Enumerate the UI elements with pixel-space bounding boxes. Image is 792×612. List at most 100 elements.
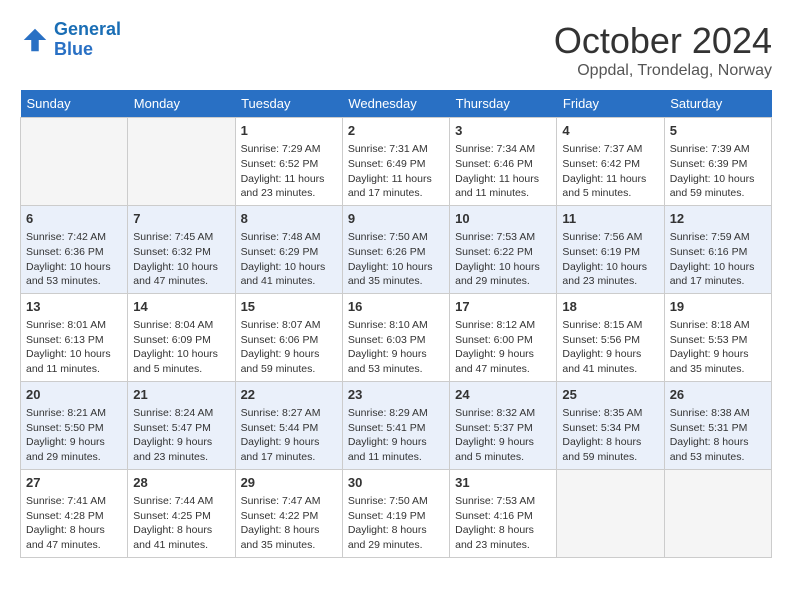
day-info: Sunrise: 7:59 AMSunset: 6:16 PMDaylight:… bbox=[670, 230, 766, 289]
logo-text: General Blue bbox=[54, 20, 121, 60]
day-info: Sunrise: 7:47 AMSunset: 4:22 PMDaylight:… bbox=[241, 494, 337, 553]
day-number: 1 bbox=[241, 122, 337, 140]
calendar-cell: 2Sunrise: 7:31 AMSunset: 6:49 PMDaylight… bbox=[342, 118, 449, 206]
day-number: 29 bbox=[241, 474, 337, 492]
calendar-cell: 27Sunrise: 7:41 AMSunset: 4:28 PMDayligh… bbox=[21, 469, 128, 557]
day-info: Sunrise: 8:29 AMSunset: 5:41 PMDaylight:… bbox=[348, 406, 444, 465]
day-number: 15 bbox=[241, 298, 337, 316]
day-info: Sunrise: 8:35 AMSunset: 5:34 PMDaylight:… bbox=[562, 406, 658, 465]
day-number: 30 bbox=[348, 474, 444, 492]
day-info: Sunrise: 7:56 AMSunset: 6:19 PMDaylight:… bbox=[562, 230, 658, 289]
day-number: 6 bbox=[26, 210, 122, 228]
calendar-cell: 20 Sunrise: 8:21 AMSunset: 5:50 PMDayligh… bbox=[21, 381, 128, 469]
day-number: 19 bbox=[670, 298, 766, 316]
day-number: 26 bbox=[670, 386, 766, 404]
day-info: Sunrise: 8:12 AMSunset: 6:00 PMDaylight:… bbox=[455, 318, 551, 377]
logo-blue: Blue bbox=[54, 39, 93, 59]
day-info: Sunrise: 7:45 AMSunset: 6:32 PMDaylight:… bbox=[133, 230, 229, 289]
day-info: Sunrise: 8:24 AMSunset: 5:47 PMDaylight:… bbox=[133, 406, 229, 465]
calendar-cell: 23 Sunrise: 8:29 AMSunset: 5:41 PMDayligh… bbox=[342, 381, 449, 469]
day-number: 22 bbox=[241, 386, 337, 404]
logo-general: General bbox=[54, 19, 121, 39]
calendar-row-3: 20 Sunrise: 8:21 AMSunset: 5:50 PMDayligh… bbox=[21, 381, 772, 469]
day-number: 9 bbox=[348, 210, 444, 228]
calendar-row-4: 27Sunrise: 7:41 AMSunset: 4:28 PMDayligh… bbox=[21, 469, 772, 557]
calendar-cell: 21 Sunrise: 8:24 AMSunset: 5:47 PMDayligh… bbox=[128, 381, 235, 469]
calendar-cell: 4Sunrise: 7:37 AMSunset: 6:42 PMDaylight… bbox=[557, 118, 664, 206]
day-number: 5 bbox=[670, 122, 766, 140]
page-header: General Blue October 2024 Oppdal, Tronde… bbox=[20, 20, 772, 80]
day-number: 14 bbox=[133, 298, 229, 316]
calendar-cell bbox=[664, 469, 771, 557]
day-number: 7 bbox=[133, 210, 229, 228]
calendar-cell: 8Sunrise: 7:48 AMSunset: 6:29 PMDaylight… bbox=[235, 205, 342, 293]
day-info: Sunrise: 8:32 AMSunset: 5:37 PMDaylight:… bbox=[455, 406, 551, 465]
weekday-monday: Monday bbox=[128, 90, 235, 118]
weekday-saturday: Saturday bbox=[664, 90, 771, 118]
day-info: Sunrise: 7:53 AMSunset: 6:22 PMDaylight:… bbox=[455, 230, 551, 289]
calendar-cell: 18Sunrise: 8:15 AMSunset: 5:56 PMDayligh… bbox=[557, 293, 664, 381]
day-number: 27 bbox=[26, 474, 122, 492]
logo: General Blue bbox=[20, 20, 121, 60]
day-number: 23 bbox=[348, 386, 444, 404]
calendar-cell: 25 Sunrise: 8:35 AMSunset: 5:34 PMDayligh… bbox=[557, 381, 664, 469]
calendar-row-0: 1 Sunrise: 7:29 AMSunset: 6:52 PMDaylight… bbox=[21, 118, 772, 206]
calendar-cell: 11Sunrise: 7:56 AMSunset: 6:19 PMDayligh… bbox=[557, 205, 664, 293]
day-number: 25 bbox=[562, 386, 658, 404]
weekday-sunday: Sunday bbox=[21, 90, 128, 118]
day-info: Sunrise: 7:34 AMSunset: 6:46 PMDaylight:… bbox=[455, 142, 551, 201]
day-number: 31 bbox=[455, 474, 551, 492]
location: Oppdal, Trondelag, Norway bbox=[554, 62, 772, 80]
calendar-cell: 22 Sunrise: 8:27 AMSunset: 5:44 PMDayligh… bbox=[235, 381, 342, 469]
month-title: October 2024 bbox=[554, 20, 772, 62]
weekday-tuesday: Tuesday bbox=[235, 90, 342, 118]
weekday-wednesday: Wednesday bbox=[342, 90, 449, 118]
calendar-cell: 13 Sunrise: 8:01 AMSunset: 6:13 PMDayligh… bbox=[21, 293, 128, 381]
day-info: Sunrise: 8:10 AMSunset: 6:03 PMDaylight:… bbox=[348, 318, 444, 377]
calendar-cell: 17 Sunrise: 8:12 AMSunset: 6:00 PMDayligh… bbox=[450, 293, 557, 381]
calendar-cell: 19 Sunrise: 8:18 AMSunset: 5:53 PMDayligh… bbox=[664, 293, 771, 381]
day-info: Sunrise: 8:18 AMSunset: 5:53 PMDaylight:… bbox=[670, 318, 766, 377]
day-info: Sunrise: 8:27 AMSunset: 5:44 PMDaylight:… bbox=[241, 406, 337, 465]
day-number: 10 bbox=[455, 210, 551, 228]
day-info: Sunrise: 8:07 AMSunset: 6:06 PMDaylight:… bbox=[241, 318, 337, 377]
day-info: Sunrise: 7:53 AMSunset: 4:16 PMDaylight:… bbox=[455, 494, 551, 553]
day-info: Sunrise: 8:38 AMSunset: 5:31 PMDaylight:… bbox=[670, 406, 766, 465]
calendar-cell: 28Sunrise: 7:44 AMSunset: 4:25 PMDayligh… bbox=[128, 469, 235, 557]
day-number: 4 bbox=[562, 122, 658, 140]
day-info: Sunrise: 7:42 AMSunset: 6:36 PMDaylight:… bbox=[26, 230, 122, 289]
calendar-table: SundayMondayTuesdayWednesdayThursdayFrid… bbox=[20, 90, 772, 558]
day-number: 21 bbox=[133, 386, 229, 404]
calendar-cell: 24Sunrise: 8:32 AMSunset: 5:37 PMDayligh… bbox=[450, 381, 557, 469]
calendar-cell: 7 Sunrise: 7:45 AMSunset: 6:32 PMDaylight… bbox=[128, 205, 235, 293]
logo-icon bbox=[20, 25, 50, 55]
day-info: Sunrise: 7:39 AMSunset: 6:39 PMDaylight:… bbox=[670, 142, 766, 201]
day-info: Sunrise: 8:01 AMSunset: 6:13 PMDaylight:… bbox=[26, 318, 122, 377]
calendar-cell bbox=[557, 469, 664, 557]
calendar-cell: 15 Sunrise: 8:07 AMSunset: 6:06 PMDayligh… bbox=[235, 293, 342, 381]
calendar-cell: 30 Sunrise: 7:50 AMSunset: 4:19 PMDayligh… bbox=[342, 469, 449, 557]
day-number: 13 bbox=[26, 298, 122, 316]
day-info: Sunrise: 7:50 AMSunset: 4:19 PMDaylight:… bbox=[348, 494, 444, 553]
day-info: Sunrise: 8:21 AMSunset: 5:50 PMDaylight:… bbox=[26, 406, 122, 465]
calendar-cell: 10 Sunrise: 7:53 AMSunset: 6:22 PMDayligh… bbox=[450, 205, 557, 293]
calendar-cell: 12Sunrise: 7:59 AMSunset: 6:16 PMDayligh… bbox=[664, 205, 771, 293]
day-number: 17 bbox=[455, 298, 551, 316]
day-number: 16 bbox=[348, 298, 444, 316]
weekday-thursday: Thursday bbox=[450, 90, 557, 118]
day-number: 28 bbox=[133, 474, 229, 492]
calendar-row-1: 6 Sunrise: 7:42 AMSunset: 6:36 PMDaylight… bbox=[21, 205, 772, 293]
calendar-row-2: 13 Sunrise: 8:01 AMSunset: 6:13 PMDayligh… bbox=[21, 293, 772, 381]
day-info: Sunrise: 7:29 AMSunset: 6:52 PMDaylight:… bbox=[241, 142, 337, 201]
calendar-cell: 3Sunrise: 7:34 AMSunset: 6:46 PMDaylight… bbox=[450, 118, 557, 206]
title-area: October 2024 Oppdal, Trondelag, Norway bbox=[554, 20, 772, 80]
day-number: 20 bbox=[26, 386, 122, 404]
calendar-cell: 31 Sunrise: 7:53 AMSunset: 4:16 PMDayligh… bbox=[450, 469, 557, 557]
day-info: Sunrise: 8:04 AMSunset: 6:09 PMDaylight:… bbox=[133, 318, 229, 377]
day-info: Sunrise: 7:31 AMSunset: 6:49 PMDaylight:… bbox=[348, 142, 444, 201]
calendar-cell bbox=[128, 118, 235, 206]
day-info: Sunrise: 7:50 AMSunset: 6:26 PMDaylight:… bbox=[348, 230, 444, 289]
calendar-cell: 16 Sunrise: 8:10 AMSunset: 6:03 PMDayligh… bbox=[342, 293, 449, 381]
weekday-header-row: SundayMondayTuesdayWednesdayThursdayFrid… bbox=[21, 90, 772, 118]
calendar-cell: 5 Sunrise: 7:39 AMSunset: 6:39 PMDaylight… bbox=[664, 118, 771, 206]
